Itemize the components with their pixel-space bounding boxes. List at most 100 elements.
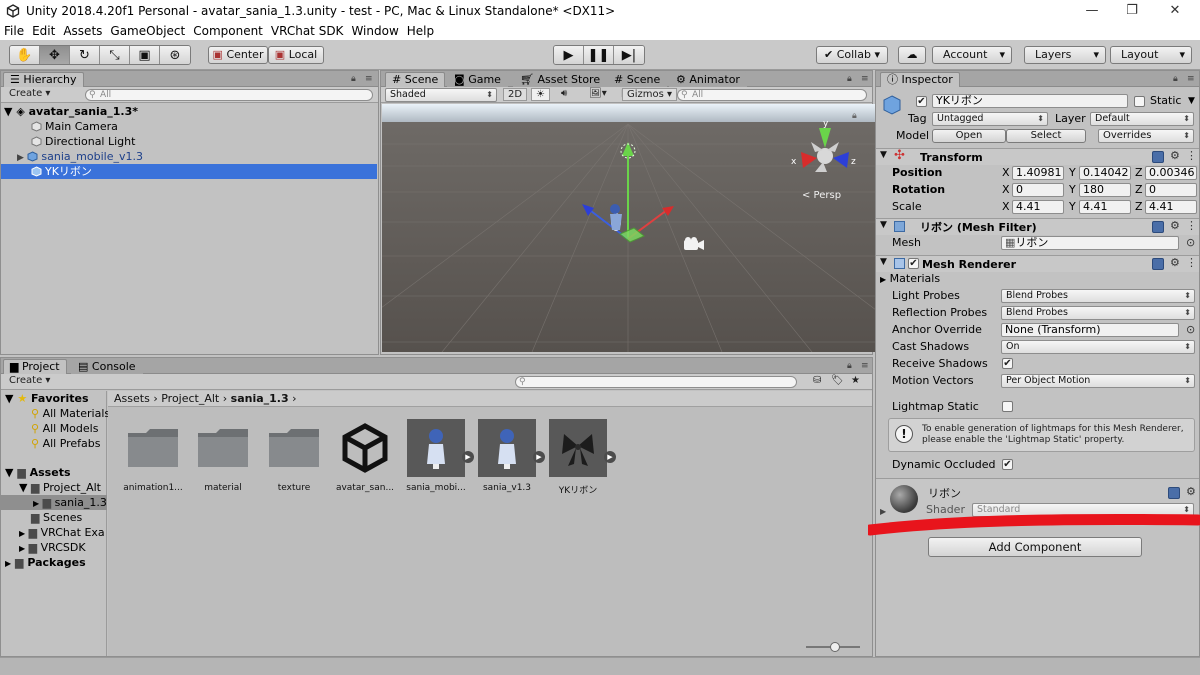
- expand-asset-icon[interactable]: ▶: [533, 451, 545, 463]
- menu-component[interactable]: Component: [189, 22, 267, 40]
- expand-asset-icon[interactable]: ▶: [604, 451, 616, 463]
- scale-tool-icon[interactable]: ⤡: [100, 46, 130, 64]
- menu-edit[interactable]: Edit: [28, 22, 59, 40]
- asset-item[interactable]: material: [190, 419, 256, 493]
- object-picker-icon[interactable]: ⊙: [1186, 323, 1195, 336]
- static-dropdown-arrow-icon[interactable]: ▼: [1188, 93, 1195, 109]
- toggle-2d-button[interactable]: 2D: [503, 88, 528, 101]
- breadcrumb-item-current[interactable]: sania_1.3: [231, 392, 289, 405]
- maximize-button[interactable]: ❐: [1117, 2, 1147, 20]
- position-z-field[interactable]: 0.00346: [1145, 166, 1197, 180]
- overrides-dropdown[interactable]: Overrides: [1098, 129, 1194, 143]
- scene-search-input[interactable]: ⚲ All: [677, 89, 867, 101]
- close-button[interactable]: ✕: [1160, 2, 1190, 20]
- tag-dropdown[interactable]: Untagged: [932, 112, 1048, 126]
- filter-label-icon[interactable]: 🏷︎: [827, 375, 848, 388]
- audio-toggle-icon[interactable]: 🔊︎: [557, 88, 571, 101]
- panel-menu-icon[interactable]: ≡: [861, 74, 869, 84]
- motion-vectors-dropdown[interactable]: Per Object Motion: [1001, 374, 1195, 388]
- lock-icon[interactable]: 🔒︎: [1173, 74, 1178, 84]
- tab-animator[interactable]: ⚙ Animator: [669, 72, 747, 87]
- favorites-header[interactable]: ▼ ★ Favorites: [5, 391, 89, 406]
- hierarchy-item-directional-light[interactable]: Directional Light: [1, 134, 377, 149]
- tab-scene-2[interactable]: # Scene: [607, 72, 668, 87]
- mesh-field[interactable]: ▦リボン: [1001, 236, 1179, 250]
- pivot-center-button[interactable]: ▣ Center: [208, 46, 268, 64]
- component-menu-icon[interactable]: ⋮: [1186, 219, 1197, 232]
- favorite-item-all-prefabs[interactable]: ⚲ All Prefabs: [31, 436, 101, 451]
- asset-item[interactable]: avatar_san...: [332, 419, 398, 493]
- mesh-filter-header[interactable]: ▼ リボン (Mesh Filter) ⚙ ⋮: [876, 218, 1199, 235]
- reflection-probes-dropdown[interactable]: Blend Probes: [1001, 306, 1195, 320]
- play-icon[interactable]: ▶: [554, 46, 584, 64]
- project-search-input[interactable]: ⚲: [515, 376, 797, 388]
- tree-item-vrchat-examples[interactable]: ▶ ▆ VRChat Exa: [19, 525, 105, 540]
- hierarchy-item-main-camera[interactable]: Main Camera: [1, 119, 377, 134]
- tab-asset-store[interactable]: 🛒︎ Asset Store: [513, 72, 608, 87]
- dynamic-occluded-checkbox[interactable]: ✔: [1002, 459, 1013, 470]
- select-model-button[interactable]: Select: [1006, 129, 1086, 143]
- transform-tool-icon[interactable]: ⊛: [160, 46, 190, 64]
- asset-item[interactable]: sania_v1.3: [474, 419, 540, 493]
- layer-dropdown[interactable]: Default: [1090, 112, 1194, 126]
- scene-canvas[interactable]: y x z < Persp 🔒︎: [382, 104, 876, 352]
- tab-project[interactable]: ▆ Project: [3, 359, 67, 374]
- hand-tool-icon[interactable]: ✋: [10, 46, 40, 64]
- scale-x-field[interactable]: 4.41: [1012, 200, 1064, 214]
- tab-inspector[interactable]: ⓘ Inspector: [880, 72, 960, 87]
- panel-menu-icon[interactable]: ≡: [861, 361, 869, 371]
- asset-item[interactable]: texture: [261, 419, 327, 493]
- asset-item[interactable]: animation1...: [120, 419, 186, 493]
- step-icon[interactable]: ▶|: [614, 46, 644, 64]
- settings-icon[interactable]: ⚙: [1170, 256, 1180, 269]
- settings-icon[interactable]: ⚙: [1170, 149, 1180, 162]
- shading-mode-dropdown[interactable]: Shaded: [385, 88, 497, 102]
- anchor-override-field[interactable]: None (Transform): [1001, 323, 1179, 337]
- settings-icon[interactable]: ⚙: [1186, 485, 1196, 498]
- layers-dropdown[interactable]: Layers ▾: [1024, 46, 1106, 64]
- add-component-button[interactable]: Add Component: [928, 537, 1142, 557]
- rect-tool-icon[interactable]: ▣: [130, 46, 160, 64]
- panel-menu-icon[interactable]: ≡: [1187, 74, 1195, 84]
- menu-file[interactable]: File: [0, 22, 28, 40]
- object-picker-icon[interactable]: ⊙: [1186, 236, 1195, 249]
- expand-asset-icon[interactable]: ▶: [462, 451, 474, 463]
- transform-header[interactable]: ▼ ✣ Transform ⚙ ⋮: [876, 148, 1199, 165]
- breadcrumb-item[interactable]: Project_Alt: [161, 392, 219, 405]
- pivot-local-button[interactable]: ▣ Local: [268, 46, 324, 64]
- pin-icon[interactable]: 🔒︎: [852, 111, 857, 121]
- rotation-y-field[interactable]: 180: [1079, 183, 1131, 197]
- minimize-button[interactable]: —: [1077, 2, 1107, 20]
- cast-shadows-dropdown[interactable]: On: [1001, 340, 1195, 354]
- rotate-tool-icon[interactable]: ↻: [70, 46, 100, 64]
- materials-foldout[interactable]: ▶ Materials: [880, 271, 940, 287]
- favorite-item-all-materials[interactable]: ⚲ All Materials: [31, 406, 110, 421]
- thumbnail-size-slider[interactable]: [806, 642, 860, 652]
- help-icon[interactable]: [1152, 258, 1164, 270]
- menu-gameobject[interactable]: GameObject: [106, 22, 189, 40]
- asset-item[interactable]: YKリボン: [545, 419, 611, 496]
- mesh-renderer-enabled-checkbox[interactable]: ✔: [908, 258, 919, 269]
- object-name-field[interactable]: YKリボン: [932, 94, 1128, 108]
- favorite-star-icon[interactable]: ★: [847, 375, 864, 388]
- rotation-z-field[interactable]: 0: [1145, 183, 1197, 197]
- help-icon[interactable]: [1168, 487, 1180, 499]
- scale-z-field[interactable]: 4.41: [1145, 200, 1197, 214]
- panel-menu-icon[interactable]: ≡: [365, 74, 373, 84]
- layout-dropdown[interactable]: Layout ▾: [1110, 46, 1192, 64]
- mesh-renderer-header[interactable]: ▼ ✔ Mesh Renderer ⚙ ⋮: [876, 255, 1199, 272]
- active-checkbox[interactable]: ✔: [916, 96, 927, 107]
- lock-icon[interactable]: 🔒︎: [351, 74, 356, 84]
- asset-item[interactable]: sania_mobi...: [403, 419, 469, 493]
- settings-icon[interactable]: ⚙: [1170, 219, 1180, 232]
- position-y-field[interactable]: 0.14042: [1079, 166, 1131, 180]
- tab-console[interactable]: ▤ Console: [71, 359, 143, 374]
- tree-item-vrcsdk[interactable]: ▶ ▆ VRCSDK: [19, 540, 86, 555]
- lock-icon[interactable]: 🔒︎: [847, 74, 852, 84]
- favorite-item-all-models[interactable]: ⚲ All Models: [31, 421, 98, 436]
- menu-assets[interactable]: Assets: [59, 22, 106, 40]
- hierarchy-item-sania-mobile[interactable]: ▶ sania_mobile_v1.3: [1, 149, 377, 164]
- scene-root-row[interactable]: ▼ ◈ avatar_sania_1.3*: [1, 104, 377, 119]
- component-menu-icon[interactable]: ⋮: [1186, 256, 1197, 269]
- projection-label[interactable]: < Persp: [802, 190, 841, 201]
